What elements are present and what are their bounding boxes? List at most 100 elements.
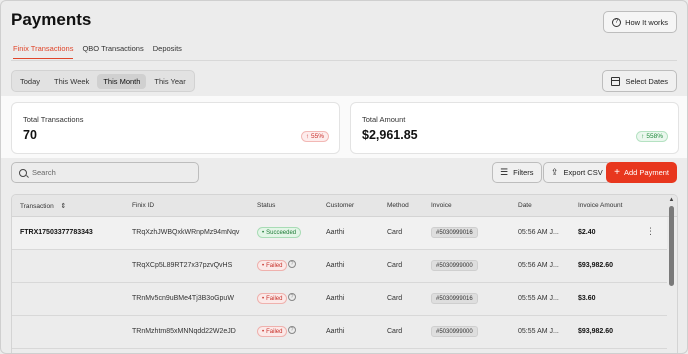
invoice-amount: $2.40 — [578, 229, 596, 236]
date: 05:55 AM J... — [518, 328, 559, 335]
status-label: Failed — [266, 328, 283, 335]
change-badge: ↑ 55% — [300, 131, 329, 142]
status-badge: • Failed — [257, 326, 288, 337]
tab-deposits[interactable]: Deposits — [153, 44, 182, 59]
period-this-year[interactable]: This Year — [148, 74, 191, 89]
table-row[interactable]: TRnMv5cn9uBMe4Tj3B3oGpuW • Failed ? Aart… — [12, 283, 667, 316]
customer: Aarthi — [326, 295, 345, 302]
calendar-icon — [611, 76, 621, 86]
search-icon — [19, 168, 27, 177]
customer: Aarthi — [326, 229, 345, 236]
dot-icon: • — [262, 328, 265, 335]
date: 05:55 AM J... — [518, 295, 559, 302]
stat-label: Total Amount — [362, 115, 406, 124]
invoice-badge[interactable]: #5030999016 — [431, 293, 478, 304]
status-label: Succeeded — [266, 229, 297, 236]
add-payment-button[interactable]: + Add Payment — [606, 162, 677, 183]
total-amount-card: Total Amount $2,961.85 ↑ 558% — [350, 102, 679, 154]
scroll-up-icon[interactable]: ▲ — [668, 197, 675, 203]
finix-id: TRnMv5cn9uBMe4Tj3B3oGpuW — [132, 295, 234, 302]
table-row[interactable]: TRnMzhtm85xMNNqdd22W2eJD • Failed ? Aart… — [12, 316, 667, 349]
status-badge: • Succeeded — [257, 227, 302, 238]
status-badge: • Failed — [257, 260, 288, 271]
sort-icon[interactable]: ⇕ — [61, 203, 67, 210]
stat-label: Total Transactions — [23, 115, 84, 124]
table-header: Transaction ⇕ Finix ID Status Customer M… — [12, 195, 677, 217]
column-header-customer: Customer — [326, 202, 355, 209]
dot-icon: • — [262, 229, 265, 236]
search-box[interactable] — [11, 162, 199, 183]
column-header-finix-id: Finix ID — [132, 202, 155, 209]
finix-id: TRnMzhtm85xMNNqdd22W2eJD — [132, 328, 236, 335]
dot-icon: • — [262, 295, 265, 302]
table-row[interactable]: TRqXCp5L89RT27x37pzvQvHS • Failed ? Aart… — [12, 250, 667, 283]
page-title: Payments — [11, 10, 92, 29]
date: 05:56 AM J... — [518, 262, 559, 269]
column-label: Transaction — [20, 203, 54, 210]
tab-finix-transactions[interactable]: Finix Transactions — [13, 44, 74, 59]
stat-value: $2,961.85 — [362, 128, 418, 142]
period-today[interactable]: Today — [14, 74, 46, 89]
customer: Aarthi — [326, 262, 345, 269]
filters-label: Filters — [513, 168, 534, 177]
date: 05:56 AM J... — [518, 229, 559, 236]
search-input[interactable] — [32, 168, 192, 177]
more-options-icon[interactable]: ⋮ — [646, 227, 655, 236]
help-circle-icon[interactable]: ? — [288, 326, 296, 334]
how-it-works-label: How It works — [625, 17, 668, 27]
invoice-amount: $93,982.60 — [578, 262, 614, 269]
invoice-amount: $3.60 — [578, 295, 596, 302]
how-it-works-button[interactable]: ? How It works — [603, 11, 677, 33]
export-icon: ⇪ — [551, 167, 559, 177]
help-circle-icon[interactable]: ? — [288, 293, 296, 301]
tabs-divider — [11, 60, 677, 61]
table-row[interactable]: FTRX17503377783343 TRqXzhJWBQxkWRnpMz94m… — [12, 217, 667, 250]
period-selector: Today This Week This Month This Year — [11, 70, 195, 92]
invoice-badge[interactable]: #5030999000 — [431, 326, 478, 337]
customer: Aarthi — [326, 328, 345, 335]
stat-value: 70 — [23, 128, 37, 142]
app-window: Payments ? How It works Finix Transactio… — [0, 0, 688, 354]
period-this-month[interactable]: This Month — [97, 73, 147, 89]
export-csv-button[interactable]: ⇪ Export CSV — [543, 162, 611, 183]
column-header-invoice-amount: Invoice Amount — [578, 202, 623, 209]
plus-icon: + — [614, 167, 620, 178]
invoice-badge[interactable]: #5030999016 — [431, 227, 478, 238]
add-payment-label: Add Payment — [623, 168, 669, 177]
select-dates-label: Select Dates — [625, 76, 668, 86]
column-header-method: Method — [387, 202, 409, 209]
tab-qbo-transactions[interactable]: QBO Transactions — [82, 44, 143, 59]
invoice-amount: $93,982.60 — [578, 328, 614, 335]
help-circle-icon[interactable]: ? — [288, 260, 296, 268]
question-icon: ? — [612, 17, 622, 27]
scrollbar-thumb[interactable] — [669, 206, 674, 286]
change-value: 55% — [310, 133, 324, 140]
finix-id: TRqXCp5L89RT27x37pzvQvHS — [132, 262, 233, 269]
finix-id: TRqXzhJWBQxkWRnpMz94mNqv — [132, 229, 240, 236]
total-transactions-card: Total Transactions 70 ↑ 55% — [11, 102, 340, 154]
column-header-status: Status — [257, 202, 276, 209]
vertical-scrollbar[interactable]: ▲ — [668, 197, 675, 353]
invoice-badge[interactable]: #5030999000 — [431, 260, 478, 271]
method: Card — [387, 262, 403, 269]
method: Card — [387, 328, 403, 335]
status-label: Failed — [266, 262, 283, 269]
filter-icon: ☰ — [500, 167, 509, 177]
column-header-date: Date — [518, 202, 532, 209]
transactions-table: Transaction ⇕ Finix ID Status Customer M… — [11, 194, 678, 353]
tab-bar: Finix Transactions QBO Transactions Depo… — [13, 44, 182, 59]
method: Card — [387, 229, 403, 236]
arrow-up-icon: ↑ — [641, 133, 645, 140]
status-badge: • Failed — [257, 293, 288, 304]
dot-icon: • — [262, 262, 265, 269]
period-this-week[interactable]: This Week — [48, 74, 95, 89]
change-value: 558% — [646, 133, 663, 140]
export-label: Export CSV — [563, 168, 603, 177]
change-badge: ↑ 558% — [636, 131, 668, 142]
column-header-invoice: Invoice — [431, 202, 452, 209]
column-header-transaction[interactable]: Transaction ⇕ — [20, 202, 66, 210]
select-dates-button[interactable]: Select Dates — [602, 70, 677, 92]
arrow-up-icon: ↑ — [305, 133, 309, 140]
filters-button[interactable]: ☰ Filters — [492, 162, 542, 183]
method: Card — [387, 295, 403, 302]
